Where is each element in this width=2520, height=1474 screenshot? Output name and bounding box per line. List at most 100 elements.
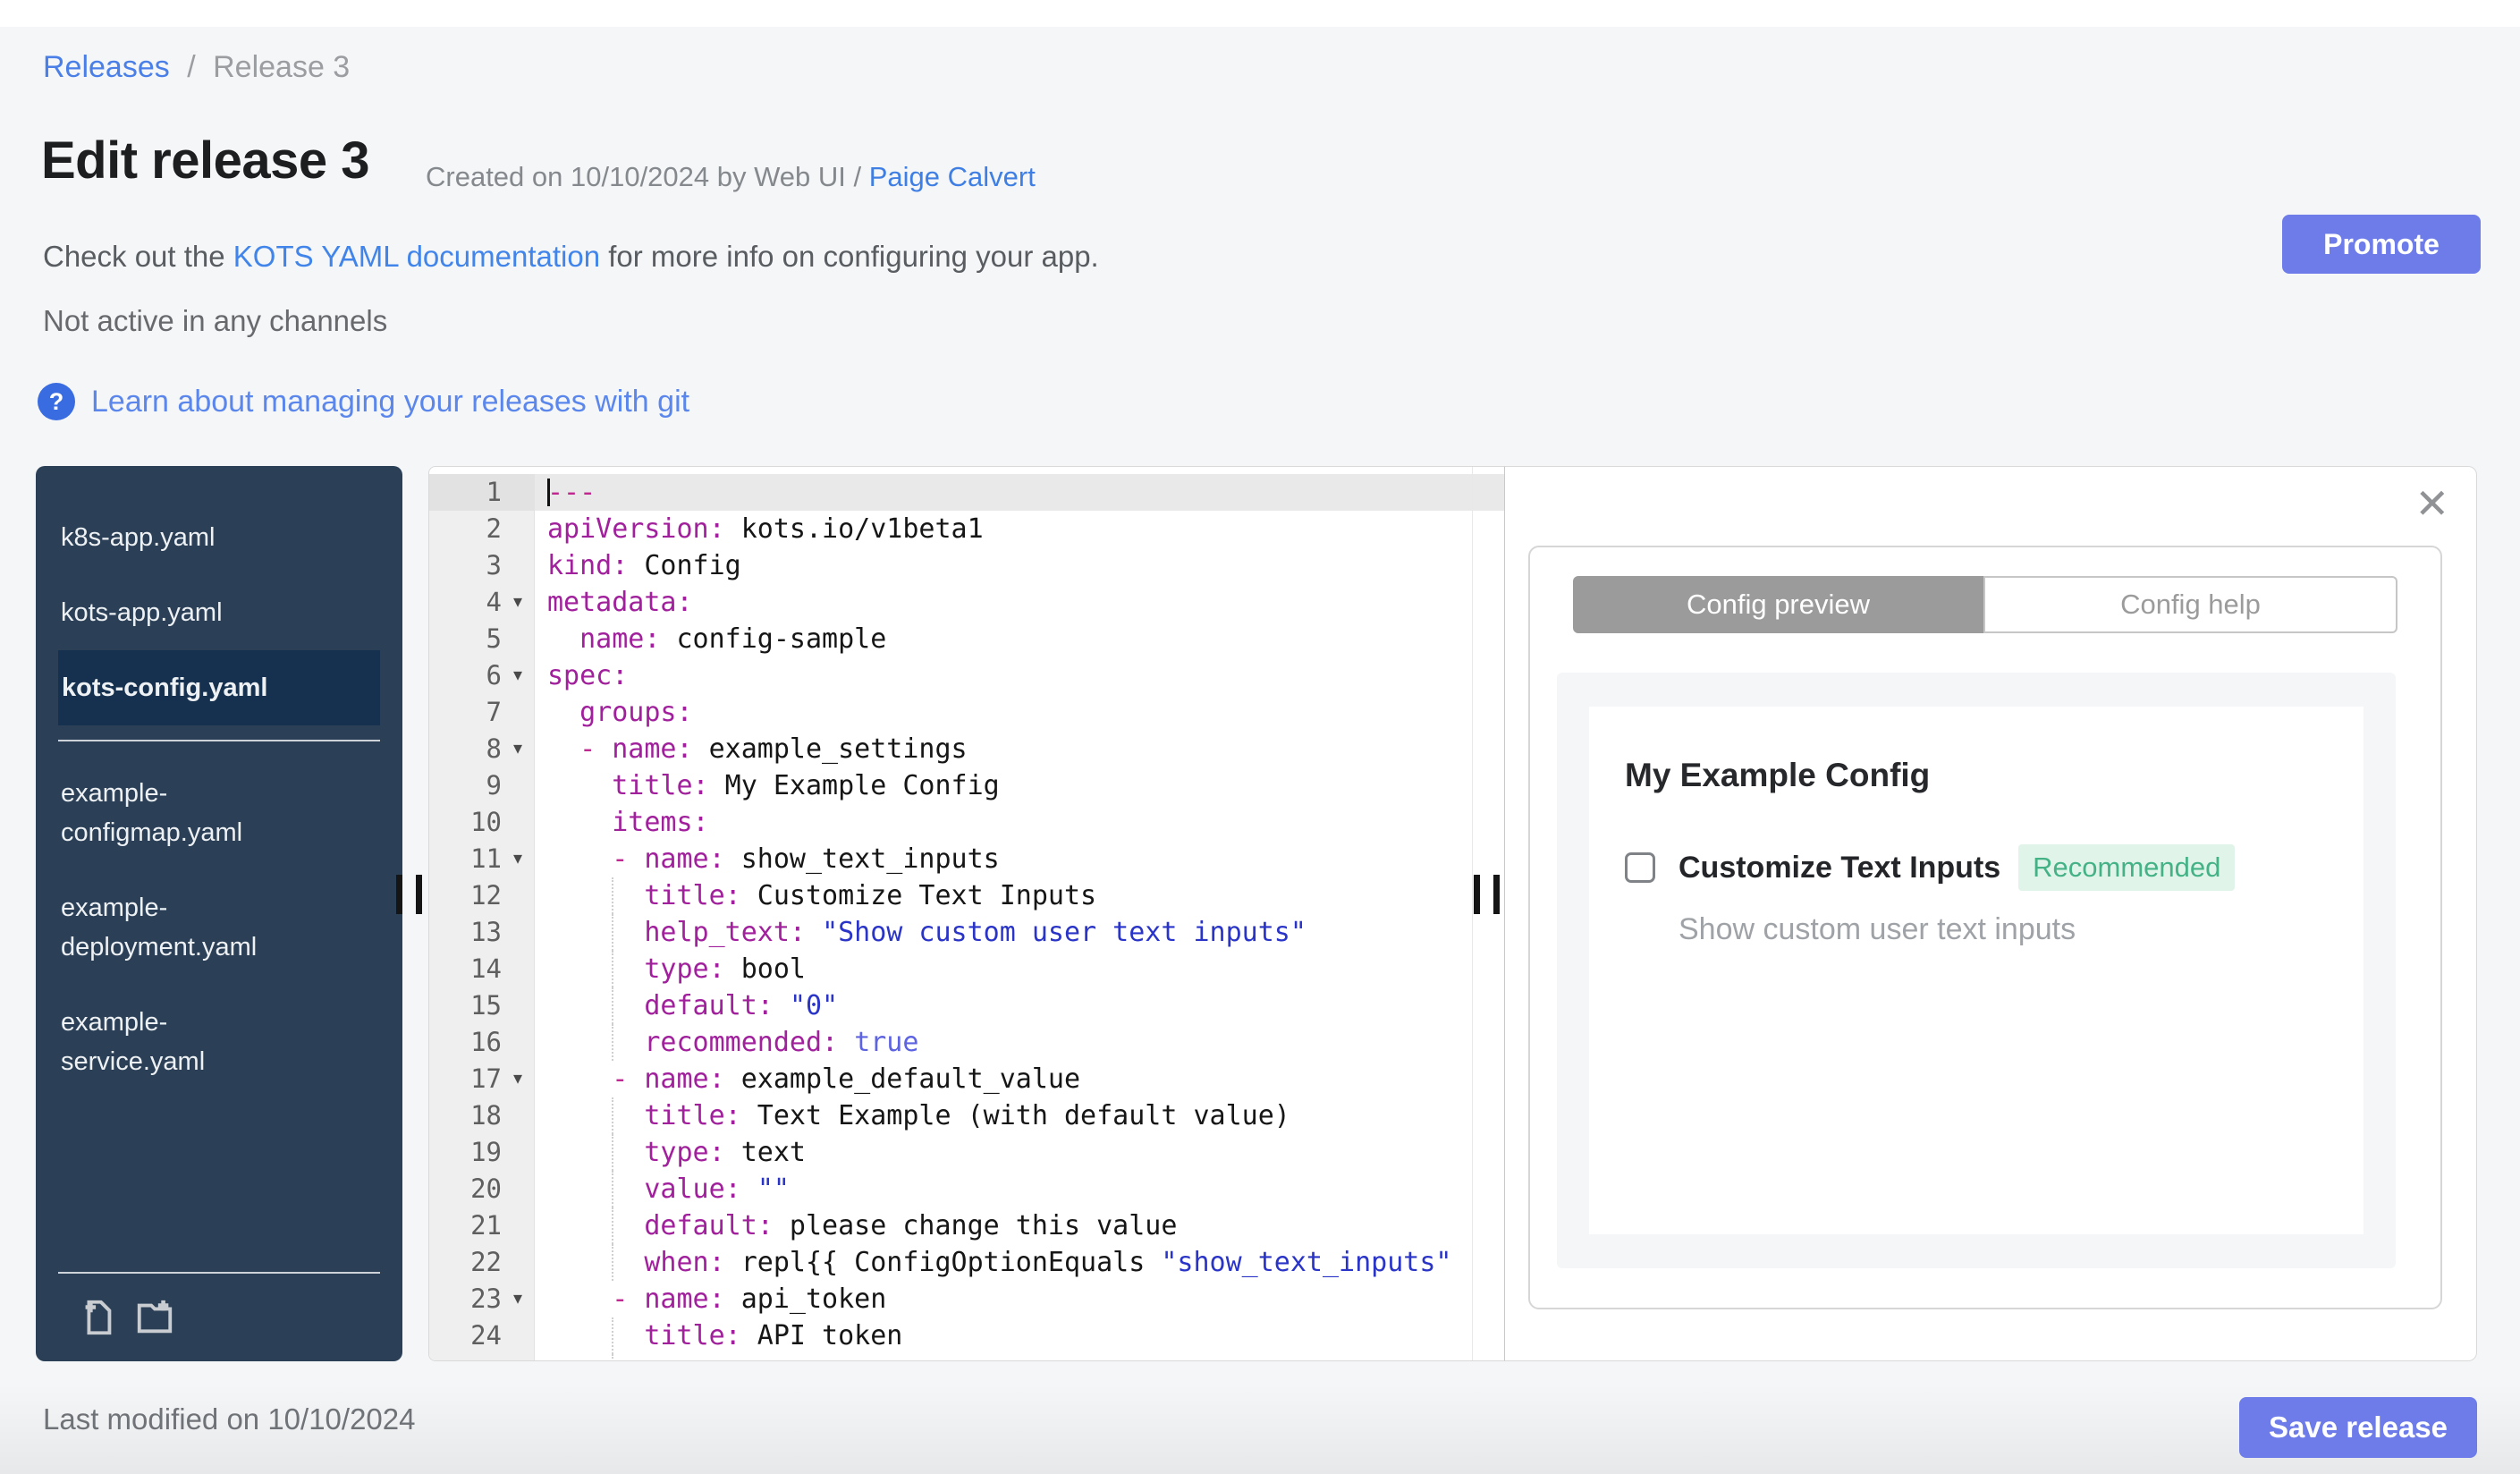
code-line[interactable]: 12 title: Customize Text Inputs [429,877,1540,914]
code-line[interactable]: 2 apiVersion: kots.io/v1beta1 [429,511,1540,547]
code-line[interactable]: 8 ▾ - name: example_settings [429,731,1540,767]
code-text[interactable]: metadata: [535,584,1540,621]
code-text[interactable]: spec: [535,657,1540,694]
code-line[interactable]: 15 default: "0" [429,987,1540,1024]
sidebar-file-k8s-app.yaml[interactable]: k8s-app.yaml [36,500,377,575]
code-text[interactable]: kind: Config [535,547,1540,584]
code-text[interactable]: default: "0" [535,987,1540,1024]
code-line[interactable]: 23 ▾ - name: api_token [429,1281,1540,1317]
line-gutter: 25 [429,1354,535,1360]
close-icon[interactable]: ✕ [2414,483,2449,524]
code-token: "" [757,1173,790,1205]
code-text[interactable]: name: config-sample [535,621,1540,657]
code-text[interactable]: --- [535,474,1540,511]
preview-resize-handle[interactable] [1493,875,1500,914]
code-line[interactable]: 20 value: "" [429,1171,1540,1207]
code-text[interactable]: type: password [535,1354,1540,1360]
line-number: 17 [470,1063,502,1094]
code-token: - [612,843,645,875]
fold-arrow-icon[interactable]: ▾ [502,841,534,877]
breadcrumb-releases-link[interactable]: Releases [43,50,170,84]
code-line[interactable]: 14 type: bool [429,951,1540,987]
code-line[interactable]: 22 when: repl{{ ConfigOptionEquals "show… [429,1244,1540,1281]
code-text[interactable]: groups: [535,694,1540,731]
code-line[interactable]: 3 kind: Config [429,547,1540,584]
code-text[interactable]: value: "" [535,1171,1540,1207]
code-token: repl{{ ConfigOptionEquals [724,1247,1162,1278]
code-text[interactable]: - name: api_token [535,1281,1540,1317]
sidebar-resize-handle[interactable] [396,875,402,914]
sidebar-file-kots-config.yaml[interactable]: kots-config.yaml [58,650,380,725]
code-line[interactable]: 9 title: My Example Config [429,767,1540,804]
code-text[interactable]: title: Text Example (with default value) [535,1097,1540,1134]
code-text[interactable]: title: API token [535,1317,1540,1354]
tab-config-preview[interactable]: Config preview [1573,576,1983,633]
code-text[interactable]: - name: example_default_value [535,1061,1540,1097]
add-folder-icon[interactable] [134,1297,175,1338]
fold-arrow-icon[interactable]: ▾ [502,657,534,694]
code-text[interactable]: title: My Example Config [535,767,1540,804]
code-line[interactable]: 16 recommended: true [429,1024,1540,1061]
code-line[interactable]: 17 ▾ - name: example_default_value [429,1061,1540,1097]
code-token: groups: [579,697,693,728]
kots-yaml-docs-link[interactable]: KOTS YAML documentation [233,240,600,273]
sidebar-file-example-deployment.yaml[interactable]: example-deployment.yaml [36,870,377,985]
save-release-button[interactable]: Save release [2239,1397,2477,1458]
code-text[interactable]: items: [535,804,1540,841]
code-token: name: [612,733,693,765]
code-token: default: [644,1210,774,1241]
code-line[interactable]: 10 items: [429,804,1540,841]
code-line[interactable]: 4 ▾ metadata: [429,584,1540,621]
code-token: name: [644,1063,725,1095]
fold-arrow-icon[interactable]: ▾ [502,731,534,767]
fold-arrow-icon[interactable]: ▾ [502,1061,534,1097]
line-gutter: 2 [429,511,535,547]
sidebar-file-example-configmap.yaml[interactable]: example-configmap.yaml [36,756,377,870]
code-text[interactable]: type: text [535,1134,1540,1171]
code-text[interactable]: when: repl{{ ConfigOptionEquals "show_te… [535,1244,1540,1281]
code-line[interactable]: 25 type: password [429,1354,1540,1360]
sidebar-resize-handle[interactable] [416,875,422,914]
sidebar-file-example-service.yaml[interactable]: example-service.yaml [36,985,377,1099]
code-token: "0" [789,990,839,1021]
code-line[interactable]: 7 groups: [429,694,1540,731]
code-line[interactable]: 5 name: config-sample [429,621,1540,657]
code-text[interactable]: recommended: true [535,1024,1540,1061]
line-gutter: 15 [429,987,535,1024]
code-line[interactable]: 6 ▾ spec: [429,657,1540,694]
code-line[interactable]: 11 ▾ - name: show_text_inputs [429,841,1540,877]
add-file-icon[interactable] [77,1297,118,1338]
code-text[interactable]: default: please change this value [535,1207,1540,1244]
yaml-editor[interactable]: 1 --- 2 apiVersion: kots.io/v1beta1 3 kind: C… [428,466,1540,1361]
code-text[interactable]: apiVersion: kots.io/v1beta1 [535,511,1540,547]
code-line[interactable]: 13 help_text: "Show custom user text inp… [429,914,1540,951]
code-text[interactable]: help_text: "Show custom user text inputs… [535,914,1540,951]
line-gutter: 16 [429,1024,535,1061]
fold-arrow-icon[interactable]: ▾ [502,584,534,621]
tab-config-help[interactable]: Config help [1983,576,2397,633]
sidebar-file-kots-app.yaml[interactable]: kots-app.yaml [36,575,377,650]
git-releases-link[interactable]: Learn about managing your releases with … [91,385,689,419]
question-mark-glyph: ? [48,387,64,415]
code-line[interactable]: 19 type: text [429,1134,1540,1171]
preview-resize-handle[interactable] [1474,875,1480,914]
code-token: name: [644,843,725,875]
code-text[interactable]: title: Customize Text Inputs [535,877,1540,914]
code-text[interactable]: - name: example_settings [535,731,1540,767]
fold-arrow-icon[interactable]: ▾ [502,1281,534,1317]
line-number: 23 [470,1283,502,1314]
code-text[interactable]: - name: show_text_inputs [535,841,1540,877]
promote-button[interactable]: Promote [2282,215,2481,274]
code-line[interactable]: 18 title: Text Example (with default val… [429,1097,1540,1134]
code-line[interactable]: 21 default: please change this value [429,1207,1540,1244]
code-token: title: [644,880,741,911]
customize-text-inputs-checkbox[interactable] [1625,852,1655,883]
code-line[interactable]: 1 --- [429,474,1540,511]
author-link[interactable]: Paige Calvert [869,161,1036,192]
code-line[interactable]: 24 title: API token [429,1317,1540,1354]
code-text[interactable]: type: bool [535,951,1540,987]
